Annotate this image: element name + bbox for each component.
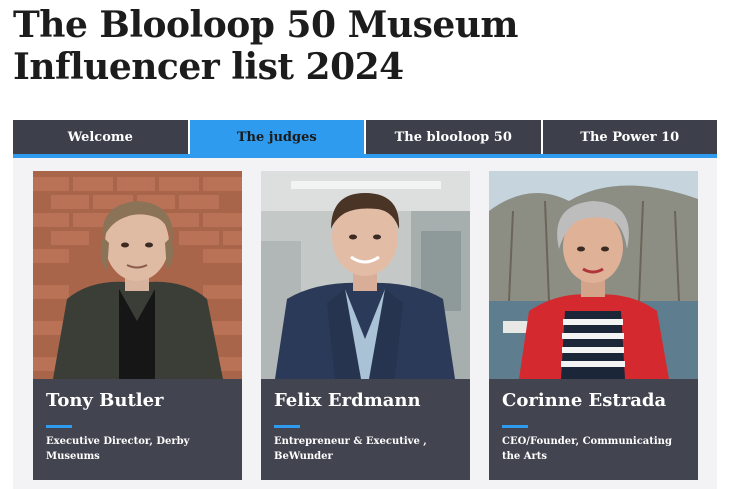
page-title-line-2: Influencer list 2024 — [13, 46, 404, 88]
judge-name: Corinne Estrada — [502, 390, 667, 411]
judge-card-tony-butler[interactable]: Tony Butler Executive Director, Derby Mu… — [33, 171, 242, 480]
page-title-line-1: The Blooloop 50 Museum — [13, 4, 519, 46]
judge-card-corinne-estrada[interactable]: Corinne Estrada CEO/Founder, Communicati… — [489, 171, 698, 480]
tab-the-judges[interactable]: The judges — [189, 120, 366, 154]
judge-name: Tony Butler — [46, 390, 164, 411]
accent-bar — [502, 425, 528, 428]
judge-photo-felix-erdmann — [261, 171, 470, 379]
page-title: The Blooloop 50 Museum Influencer list 2… — [13, 4, 713, 88]
tab-bar: Welcome The judges The blooloop 50 The P… — [13, 120, 717, 158]
judge-photo-corinne-estrada — [489, 171, 698, 379]
judge-photo-tony-butler — [33, 171, 242, 379]
tab-welcome[interactable]: Welcome — [13, 120, 190, 154]
judge-name: Felix Erdmann — [274, 390, 421, 411]
accent-bar — [46, 425, 72, 428]
judge-role: Entrepreneur & Executive , BeWunder — [274, 436, 427, 462]
judge-role: CEO/Founder, Communicating the Arts — [502, 436, 672, 462]
judge-role: Executive Director, Derby Museums — [46, 436, 190, 462]
accent-bar — [274, 425, 300, 428]
judge-card-felix-erdmann[interactable]: Felix Erdmann Entrepreneur & Executive ,… — [261, 171, 470, 480]
tab-the-power-10[interactable]: The Power 10 — [543, 120, 718, 154]
tab-the-blooloop-50[interactable]: The blooloop 50 — [366, 120, 543, 154]
